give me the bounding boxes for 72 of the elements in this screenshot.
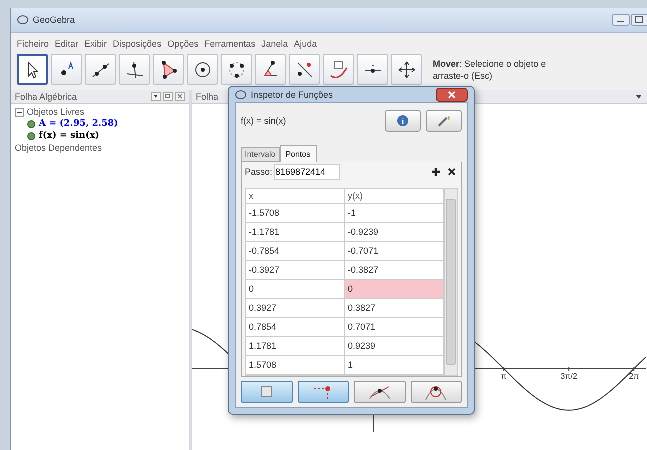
table-cell[interactable]: -0.3927 [246, 261, 345, 279]
tool-help-text: Mover: Selecione o objeto e arraste-o (Esc) [433, 58, 548, 82]
curve-tool-icon [328, 60, 348, 80]
reflect-tool-icon [294, 60, 314, 80]
info-button[interactable] [385, 110, 421, 132]
detach-icon[interactable] [163, 92, 173, 101]
info-icon [397, 115, 409, 127]
tool-button[interactable] [119, 54, 150, 85]
mode-button[interactable] [298, 381, 349, 403]
app-logo-icon [235, 88, 247, 100]
dropdown-icon[interactable] [151, 92, 161, 101]
tree-group-label[interactable]: Objetos Livres [27, 107, 85, 117]
tool-button[interactable] [153, 54, 184, 85]
menu-item[interactable]: Exibir [84, 39, 108, 49]
menu-item[interactable]: Ajuda [294, 39, 318, 49]
tool-button[interactable] [187, 54, 218, 85]
column-header: x [246, 189, 345, 203]
table-cell[interactable]: -1.1781 [246, 223, 345, 241]
table-cell[interactable]: -1.5708 [246, 204, 345, 222]
axis-label: 3π/2 [560, 372, 578, 381]
axis-label: π [501, 372, 507, 381]
maximize-button[interactable] [631, 14, 647, 26]
app-logo-icon [17, 14, 29, 26]
pan-tool-icon [396, 60, 416, 80]
dialog-title: Inspetor de Funções [251, 90, 334, 100]
algebra-object[interactable]: f(x) = sin(x) [39, 131, 100, 141]
menu-item[interactable]: Editar [55, 39, 79, 49]
window-title: GeoGebra [33, 15, 76, 25]
table-cell[interactable]: 0 [345, 280, 444, 298]
scrollbar[interactable] [444, 189, 457, 375]
add-icon[interactable] [432, 168, 440, 176]
table-cell[interactable]: 0.7854 [246, 318, 345, 336]
dropdown-icon[interactable] [635, 92, 643, 100]
tool-button[interactable] [391, 54, 422, 85]
tab[interactable]: Intervalo [241, 147, 280, 162]
mode-button[interactable] [410, 381, 462, 403]
minimize-button[interactable] [612, 14, 630, 26]
remove-icon[interactable] [448, 168, 456, 176]
menu-item[interactable]: Opções [168, 39, 199, 49]
axis-label: 2π [629, 372, 640, 381]
menu-item[interactable]: Janela [262, 39, 288, 49]
mode-button[interactable] [241, 381, 292, 403]
mode-button[interactable] [354, 381, 406, 403]
tool-button[interactable] [289, 54, 320, 85]
circle-tool-icon [192, 60, 212, 80]
collapse-icon[interactable] [15, 108, 24, 116]
tool-button[interactable] [51, 54, 82, 85]
algebra-object[interactable]: A = (2.95, 2.58) [39, 119, 118, 129]
panel-title: Folha [196, 92, 219, 102]
table-cell[interactable]: -0.7854 [246, 242, 345, 260]
close-icon[interactable] [175, 92, 185, 101]
tree-group-label[interactable]: Objetos Dependentes [15, 143, 102, 153]
tool-button[interactable] [255, 54, 286, 85]
table-cell[interactable]: 1.5708 [246, 356, 345, 374]
tool-button[interactable] [221, 54, 252, 85]
menu-item[interactable]: Ferramentas [204, 39, 256, 49]
perpendicular-tool-icon [124, 60, 144, 80]
step-label: Passo: [245, 167, 273, 177]
function-label: f(x) = sin(x) [241, 116, 286, 126]
close-button[interactable] [436, 88, 468, 102]
menu-item[interactable]: Ficheiro [17, 39, 50, 49]
tab[interactable]: Pontos [280, 145, 317, 162]
table-cell[interactable]: 0.3927 [246, 299, 345, 317]
table-cell[interactable]: 1.1781 [246, 337, 345, 355]
menu-item[interactable]: Disposições [113, 39, 162, 49]
step-field[interactable]: 8169872414 [274, 164, 340, 180]
tool-button[interactable] [357, 54, 388, 85]
conic-tool-icon [226, 60, 246, 80]
tool-button[interactable] [85, 54, 116, 85]
wand-icon [437, 114, 451, 128]
panel-title: Folha Algébrica [15, 92, 78, 102]
tool-button[interactable] [17, 54, 48, 85]
